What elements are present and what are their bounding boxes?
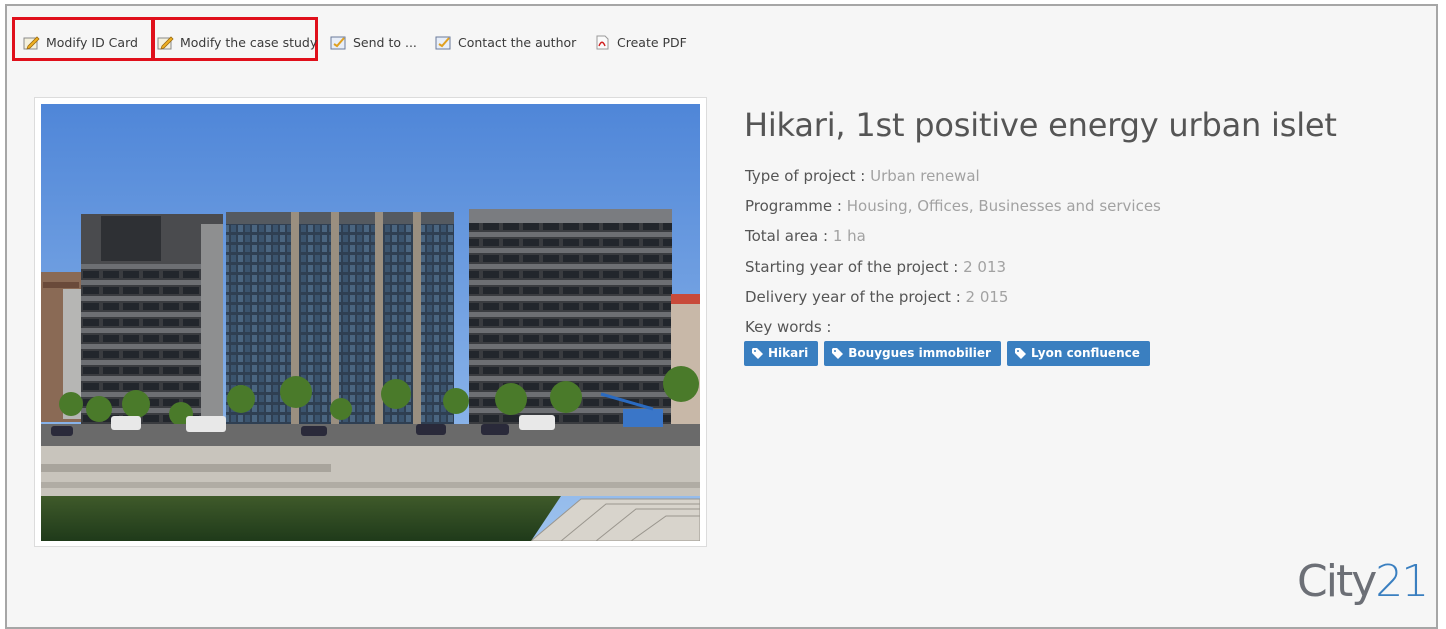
contact-author-label: Contact the author — [458, 34, 577, 50]
edit-icon — [23, 35, 40, 50]
field-label: Delivery year of the project — [745, 288, 951, 306]
building-photo-image — [41, 104, 700, 541]
edit-icon — [157, 35, 174, 50]
modify-id-card-label: Modify ID Card — [46, 34, 138, 50]
field-value: 1 ha — [832, 227, 866, 245]
field-label: Type of project — [745, 167, 856, 185]
create-pdf-button[interactable]: Create PDF — [594, 32, 687, 52]
keyword-tag[interactable]: Lyon confluence — [1006, 341, 1150, 366]
logo-text-city: City — [1297, 556, 1377, 607]
tag-icon — [832, 347, 844, 359]
field-value: 2 013 — [963, 258, 1007, 276]
send-to-button[interactable]: Send to ... — [330, 32, 417, 52]
modify-case-study-button[interactable]: Modify the case study — [157, 32, 317, 52]
case-study-content: Hikari, 1st positive energy urban islet … — [7, 76, 1436, 627]
page-frame: Modify ID Card Modify the case study Sen… — [5, 4, 1438, 629]
send-icon — [330, 36, 346, 49]
keywords-label: Key words : — [745, 318, 832, 336]
field-programme: Programme : Housing, Offices, Businesses… — [745, 197, 1161, 215]
send-to-label: Send to ... — [353, 34, 417, 50]
field-type: Type of project : Urban renewal — [745, 167, 980, 185]
logo-text-21: 21 — [1375, 556, 1429, 607]
city21-logo: City 21 — [1297, 556, 1429, 607]
tag-icon — [752, 347, 763, 359]
project-title: Hikari, 1st positive energy urban islet — [744, 106, 1337, 144]
keyword-tag-label: Hikari — [768, 346, 809, 360]
keyword-tag[interactable]: Bouygues immobilier — [824, 341, 1001, 366]
modify-case-study-label: Modify the case study — [180, 34, 318, 50]
field-label: Programme — [745, 197, 833, 215]
field-value: 2 015 — [965, 288, 1009, 306]
field-value: Housing, Offices, Businesses and service… — [846, 197, 1161, 215]
project-photo — [41, 104, 700, 541]
contact-author-button[interactable]: Contact the author — [435, 32, 576, 52]
pdf-icon — [596, 35, 609, 49]
field-area: Total area : 1 ha — [745, 227, 866, 245]
create-pdf-label: Create PDF — [617, 34, 687, 50]
tag-icon — [1014, 347, 1026, 359]
field-delivery-year: Delivery year of the project : 2 015 — [745, 288, 1009, 306]
field-value: Urban renewal — [870, 167, 980, 185]
keyword-tags: Hikari Bouygues immobilier Lyon confluen… — [744, 341, 1150, 366]
keyword-tag-label: Lyon confluence — [1030, 346, 1140, 360]
keyword-tag-label: Bouygues immobilier — [848, 346, 991, 360]
field-label: Total area — [745, 227, 819, 245]
project-photo-frame — [34, 97, 707, 547]
keyword-tag[interactable]: Hikari — [744, 341, 819, 366]
modify-id-card-button[interactable]: Modify ID Card — [23, 32, 138, 52]
action-toolbar: Modify ID Card Modify the case study Sen… — [7, 6, 1436, 76]
contact-icon — [435, 36, 451, 49]
field-start-year: Starting year of the project : 2 013 — [745, 258, 1007, 276]
field-label: Starting year of the project — [745, 258, 949, 276]
